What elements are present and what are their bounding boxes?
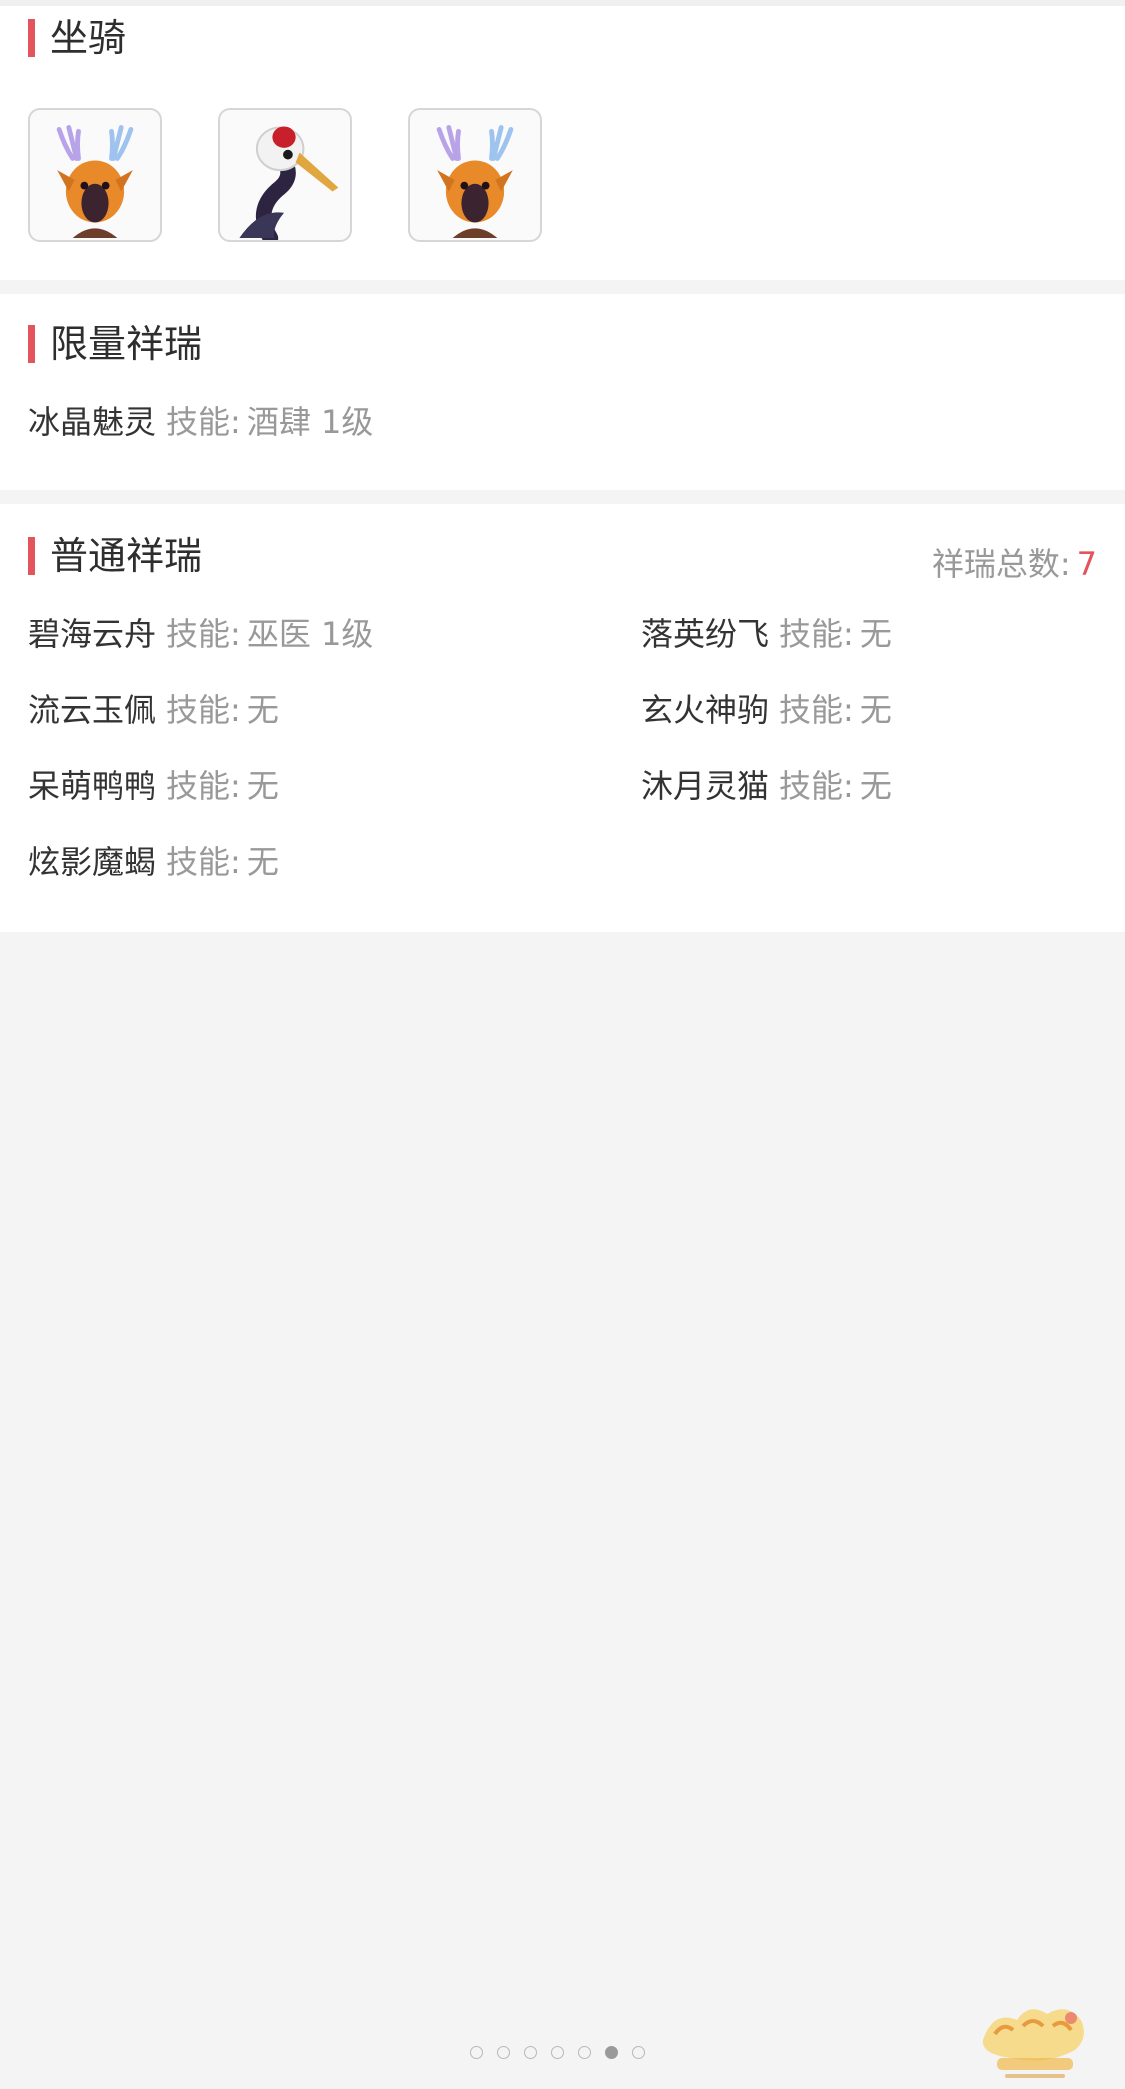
mount-thumb-deer-1[interactable] <box>28 108 162 242</box>
item-name: 流云玉佩 <box>28 691 157 729</box>
skill-value: 无 <box>246 767 279 805</box>
list-item[interactable]: 冰晶魅灵 技能: 酒肆 1级 <box>28 400 373 444</box>
total-count: 祥瑞总数: 7 <box>932 542 1097 586</box>
skill-value: 酒肆 1级 <box>246 403 374 441</box>
item-name: 落英纷飞 <box>641 615 770 653</box>
item-name: 玄火神驹 <box>641 691 770 729</box>
mounts-section: 坐骑 <box>0 6 1125 280</box>
skill-label: 技能: <box>779 615 854 653</box>
skill-label: 技能: <box>779 767 854 805</box>
game-logo-watermark <box>982 2009 1084 2078</box>
limited-title: 限量祥瑞 <box>28 322 202 366</box>
deer-mount-icon <box>56 125 134 239</box>
page-dot[interactable] <box>578 2046 591 2059</box>
item-name: 冰晶魅灵 <box>28 403 157 441</box>
crane-mount-icon <box>239 126 339 240</box>
total-number: 7 <box>1076 545 1097 583</box>
mount-thumb-crane[interactable] <box>218 108 352 242</box>
page-dot[interactable] <box>497 2046 510 2059</box>
page-dot[interactable] <box>551 2046 564 2059</box>
mounts-title: 坐骑 <box>28 16 126 60</box>
skill-value: 无 <box>859 767 892 805</box>
skill-label: 技能: <box>166 843 241 881</box>
normal-title: 普通祥瑞 <box>28 534 202 578</box>
item-name: 碧海云舟 <box>28 615 157 653</box>
skill-label: 技能: <box>166 615 241 653</box>
skill-label: 技能: <box>166 767 241 805</box>
skill-value: 无 <box>859 691 892 729</box>
skill-value: 无 <box>246 691 279 729</box>
page-dot-active[interactable] <box>605 2046 618 2059</box>
deer-mount-icon <box>436 125 514 239</box>
page-dot[interactable] <box>524 2046 537 2059</box>
skill-label: 技能: <box>779 691 854 729</box>
list-item[interactable]: 沐月灵猫 技能: 无 <box>641 764 892 808</box>
item-name: 呆萌鸭鸭 <box>28 767 157 805</box>
skill-label: 技能: <box>166 403 241 441</box>
list-item[interactable]: 流云玉佩 技能: 无 <box>28 688 279 732</box>
total-label: 祥瑞总数: <box>931 545 1071 583</box>
limited-section: 限量祥瑞 冰晶魅灵 技能: 酒肆 1级 <box>0 294 1125 490</box>
list-item[interactable]: 玄火神驹 技能: 无 <box>641 688 892 732</box>
skill-value: 巫医 1级 <box>246 615 374 653</box>
list-item[interactable]: 呆萌鸭鸭 技能: 无 <box>28 764 279 808</box>
list-item[interactable]: 碧海云舟 技能: 巫医 1级 <box>28 612 373 656</box>
page-dot[interactable] <box>632 2046 645 2059</box>
item-name: 沐月灵猫 <box>641 767 770 805</box>
skill-label: 技能: <box>166 691 241 729</box>
normal-section: 普通祥瑞 祥瑞总数: 7 碧海云舟 技能: 巫医 1级 落英纷飞 技能: 无 流云玉佩 技能… <box>0 504 1125 932</box>
list-item[interactable]: 落英纷飞 技能: 无 <box>641 612 892 656</box>
skill-value: 无 <box>859 615 892 653</box>
mount-thumb-deer-2[interactable] <box>408 108 542 242</box>
item-name: 炫影魔蝎 <box>28 843 157 881</box>
page-dot[interactable] <box>470 2046 483 2059</box>
skill-value: 无 <box>246 843 279 881</box>
list-item[interactable]: 炫影魔蝎 技能: 无 <box>28 840 279 884</box>
